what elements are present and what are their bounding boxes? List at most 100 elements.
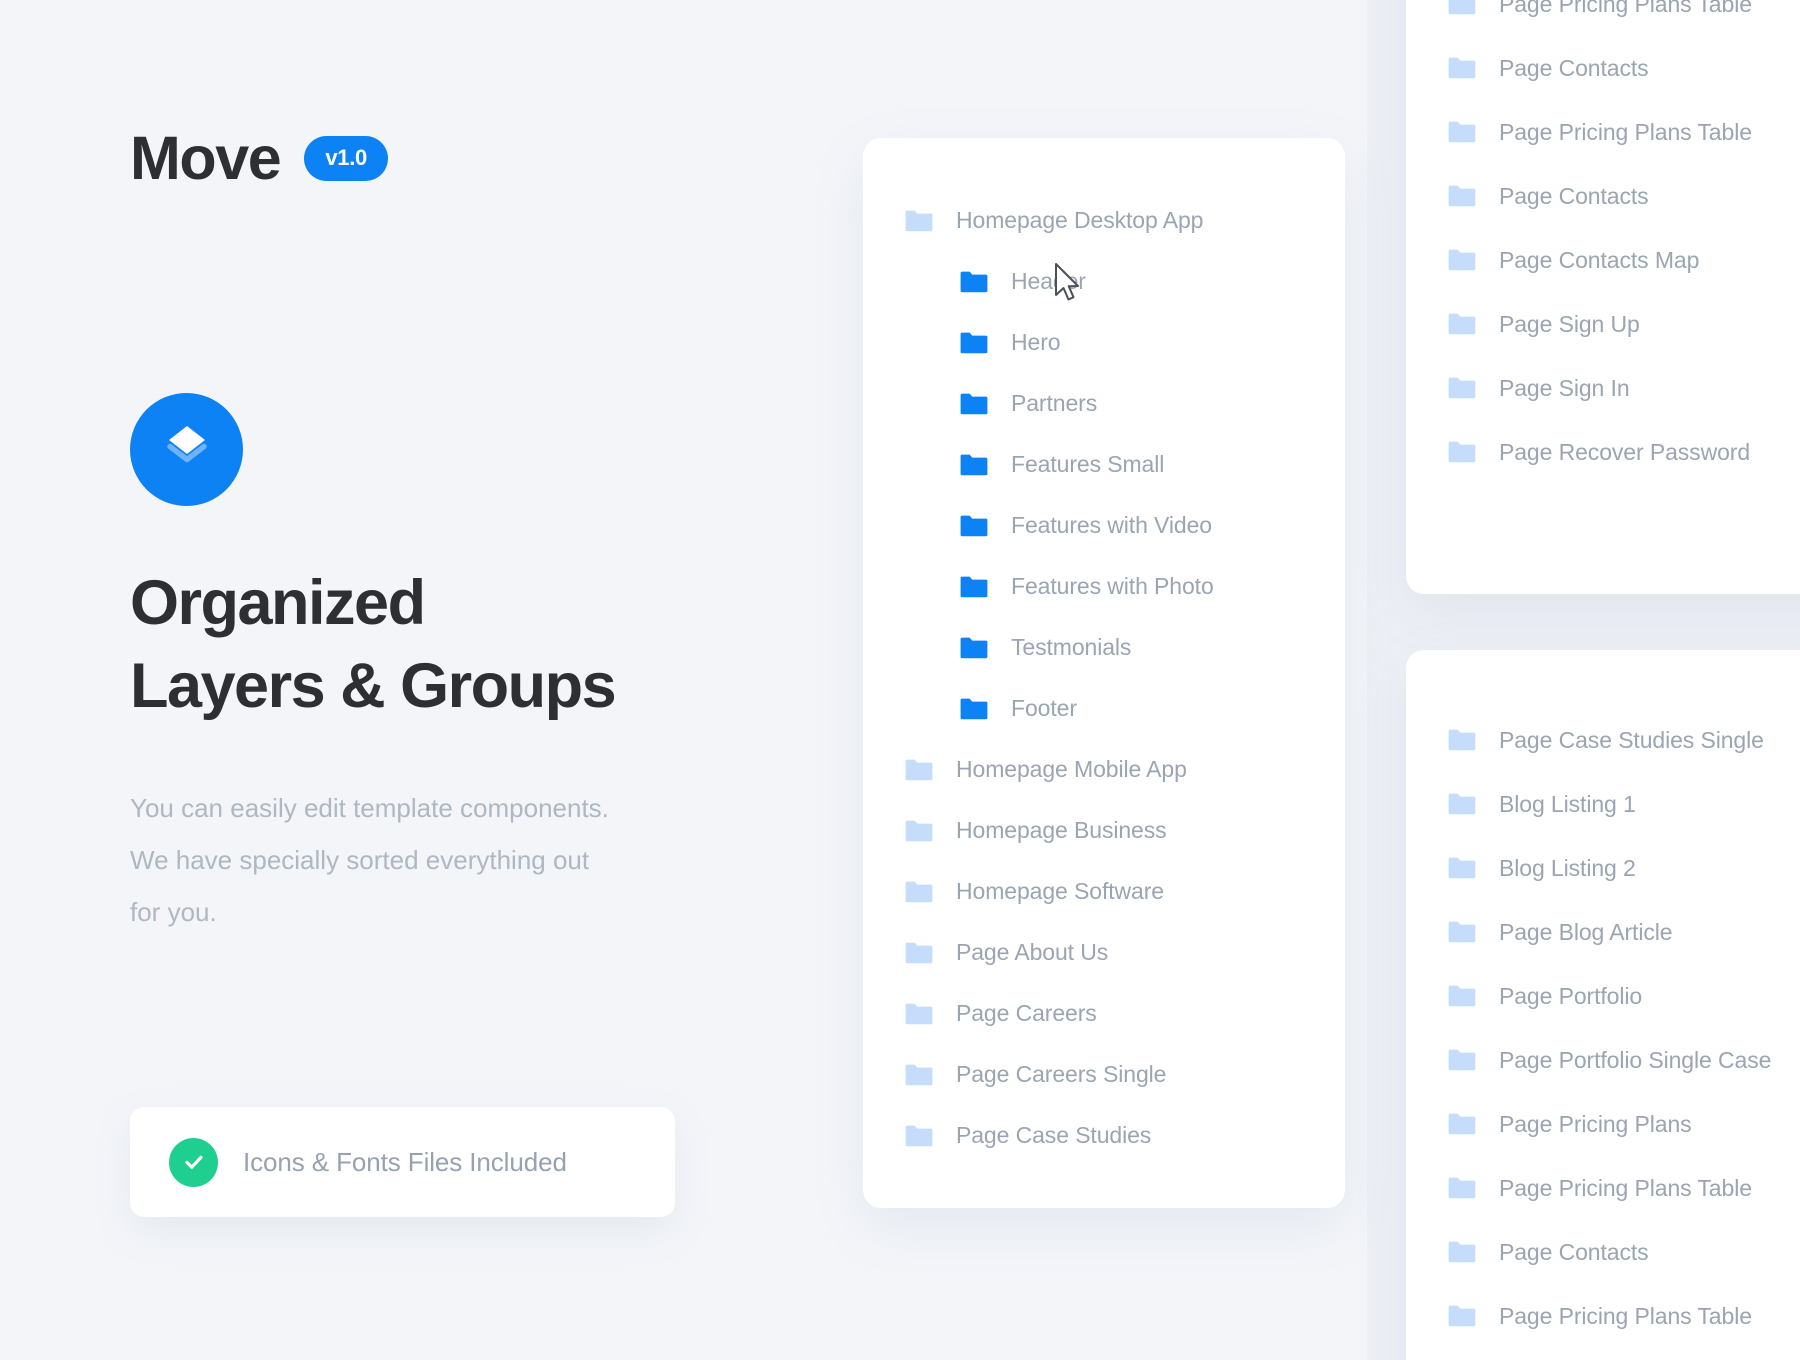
layer-row[interactable]: Page Contacts	[1406, 1220, 1800, 1284]
layer-row[interactable]: Features with Photo	[863, 556, 1345, 617]
layer-row-label: Partners	[1011, 390, 1098, 416]
layer-row[interactable]: Homepage Desktop App	[863, 190, 1345, 251]
layers-panel-pages-top[interactable]: Page PortfolioPage Portfolio Single Case…	[1406, 0, 1800, 594]
layer-row[interactable]: Homepage Software	[863, 861, 1345, 922]
layer-row-label: Page Portfolio Single Case	[1499, 1046, 1772, 1073]
folder-icon	[1448, 921, 1476, 943]
layer-row-label: Page Pricing Plans	[1499, 1110, 1692, 1137]
folder-icon	[960, 698, 988, 719]
layer-row-label: Page Contacts	[1499, 182, 1649, 209]
layer-row[interactable]: Page Contacts Map	[1406, 228, 1800, 292]
layer-row-label: Page Recover Password	[1499, 438, 1751, 465]
folder-icon	[1448, 249, 1476, 271]
layer-row[interactable]: Page Blog Article	[1406, 900, 1800, 964]
folder-icon	[1448, 1241, 1476, 1263]
layer-row-label: Page Pricing Plans Table	[1499, 1174, 1752, 1201]
layer-row-label: Page Contacts Map	[1499, 246, 1700, 273]
layer-row[interactable]: Page Pricing Plans Table	[1406, 0, 1800, 36]
layer-row-label: Blog Listing 1	[1499, 790, 1636, 817]
layer-row[interactable]: Page Portfolio Single Case	[1406, 1028, 1800, 1092]
folder-icon	[1448, 57, 1476, 79]
layer-row-label: Page About Us	[956, 939, 1109, 965]
folder-icon	[1448, 121, 1476, 143]
folder-icon	[960, 515, 988, 536]
folder-icon	[1448, 185, 1476, 207]
layer-row-label: Features with Video	[1011, 512, 1212, 538]
layer-row[interactable]: Homepage Business	[863, 800, 1345, 861]
folder-icon	[905, 1003, 933, 1024]
layer-row[interactable]: Page Portfolio	[1406, 964, 1800, 1028]
folder-icon	[1448, 441, 1476, 463]
layer-row[interactable]: Page Case Studies Single	[1406, 708, 1800, 772]
layers-icon	[160, 421, 214, 478]
folder-icon	[1448, 0, 1476, 15]
folder-icon	[1448, 377, 1476, 399]
layer-row-label: Page Sign Up	[1499, 310, 1640, 337]
layer-row[interactable]: Testmonials	[863, 617, 1345, 678]
check-circle-icon	[169, 1137, 218, 1187]
layer-row[interactable]: Page Contacts	[1406, 164, 1800, 228]
hero-section: Move v1.0 Organized Layers & Groups You …	[130, 0, 750, 1360]
folder-icon	[1448, 729, 1476, 751]
folder-icon	[905, 759, 933, 780]
folder-icon	[905, 210, 933, 231]
brand-name: Move	[130, 124, 282, 192]
layer-row[interactable]: Blog Listing 1	[1406, 772, 1800, 836]
folder-icon	[1448, 793, 1476, 815]
layer-row[interactable]: Page Sign In	[1406, 356, 1800, 420]
folder-icon	[960, 271, 988, 292]
layer-row[interactable]: Homepage Mobile App	[863, 739, 1345, 800]
layer-row[interactable]: Page Pricing Plans	[1406, 1092, 1800, 1156]
layer-row-label: Page Sign In	[1499, 374, 1630, 401]
folder-icon	[1448, 313, 1476, 335]
layers-panel-main[interactable]: Homepage Desktop App Header Hero Partners Fe…	[863, 138, 1345, 1208]
folder-icon	[1448, 1113, 1476, 1135]
feature-card-label: Icons & Fonts Files Included	[243, 1146, 567, 1177]
layer-row[interactable]: Page Recover Password	[1406, 420, 1800, 484]
layer-row[interactable]: Page Pricing Plans Table	[1406, 1284, 1800, 1348]
hero-description: You can easily edit template components.…	[130, 793, 609, 927]
mouse-pointer-icon	[1054, 262, 1084, 306]
layer-row[interactable]: Page Case Studies	[863, 1105, 1345, 1166]
layer-row[interactable]: Features with Video	[863, 495, 1345, 556]
page-title: Organized Layers & Groups	[130, 568, 617, 721]
layer-row-label: Testmonials	[1011, 634, 1132, 660]
layer-row-label: Page Blog Article	[1499, 918, 1673, 945]
layer-row-label: Footer	[1011, 695, 1077, 721]
folder-icon	[1448, 1049, 1476, 1071]
folder-icon	[960, 332, 988, 353]
layer-row[interactable]: Page Careers Single	[863, 1044, 1345, 1105]
layer-row-label: Homepage Business	[956, 817, 1167, 843]
folder-icon	[905, 1125, 933, 1146]
folder-icon	[960, 454, 988, 475]
layer-row-label: Page Pricing Plans Table	[1499, 118, 1752, 145]
layer-row[interactable]: Features Small	[863, 434, 1345, 495]
layer-row[interactable]: Partners	[863, 373, 1345, 434]
layer-row[interactable]: Blog Listing 2	[1406, 836, 1800, 900]
layer-row-label: Blog Listing 2	[1499, 854, 1636, 881]
layer-row[interactable]: Header	[863, 251, 1345, 312]
folder-icon	[1448, 1177, 1476, 1199]
layer-row[interactable]: Page Contacts	[1406, 36, 1800, 100]
layer-row[interactable]: Footer	[863, 678, 1345, 739]
layer-row[interactable]: Hero	[863, 312, 1345, 373]
layer-row-label: Page Portfolio	[1499, 982, 1643, 1009]
folder-icon	[960, 576, 988, 597]
brand-row: Move v1.0	[130, 128, 388, 189]
folder-icon	[905, 942, 933, 963]
layer-row[interactable]: Page About Us	[863, 922, 1345, 983]
layer-row[interactable]: Page Sign Up	[1406, 292, 1800, 356]
layers-panel-pages-bottom[interactable]: Page Case Studies Single Blog Listing 1 Bl…	[1406, 650, 1800, 1360]
version-badge: v1.0	[304, 136, 388, 181]
folder-icon	[1448, 857, 1476, 879]
layer-row-label: Homepage Software	[956, 878, 1164, 904]
layer-row[interactable]: Page Pricing Plans Table	[1406, 1156, 1800, 1220]
layer-row[interactable]: Page Careers	[863, 983, 1345, 1044]
layer-row[interactable]: Page Pricing Plans Table	[1406, 100, 1800, 164]
layer-row-label: Page Case Studies	[956, 1122, 1152, 1148]
folder-icon	[1448, 1305, 1476, 1327]
layer-row-label: Features Small	[1011, 451, 1165, 477]
layer-row-label: Hero	[1011, 329, 1061, 355]
folder-icon	[960, 637, 988, 658]
feature-card[interactable]: Icons & Fonts Files Included	[130, 1107, 675, 1217]
